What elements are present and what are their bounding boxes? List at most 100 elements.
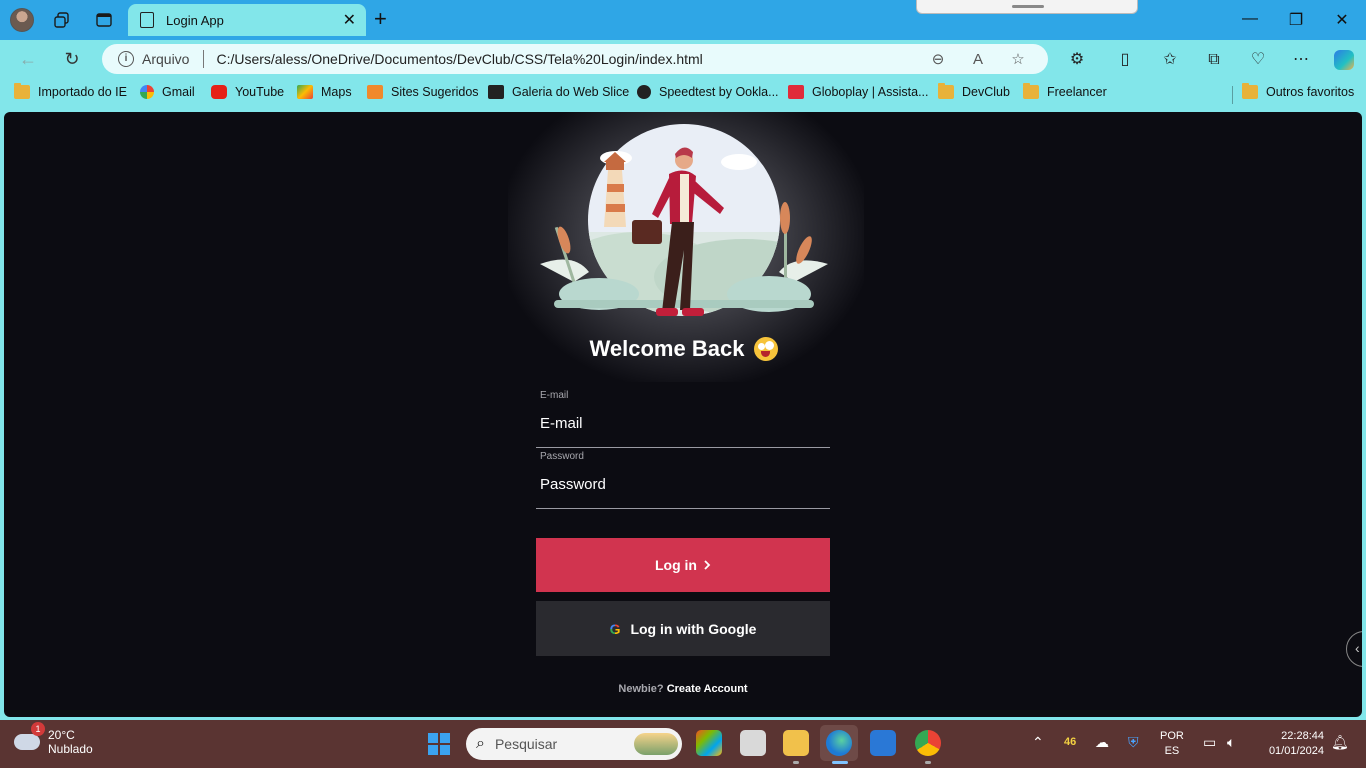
weather-widget[interactable]: 1 20°C Nublado bbox=[14, 722, 93, 756]
notification-badge: 1 bbox=[31, 722, 45, 736]
weather-description: Nublado bbox=[48, 742, 93, 756]
read-aloud-icon[interactable]: A bbox=[968, 51, 988, 68]
suggested-sites-icon bbox=[367, 85, 383, 99]
login-button-label: Log in bbox=[655, 557, 697, 573]
extensions-icon[interactable]: ⚙ bbox=[1066, 49, 1088, 71]
search-highlight-image bbox=[634, 733, 678, 755]
split-screen-icon[interactable]: ▯ bbox=[1114, 49, 1136, 71]
youtube-icon bbox=[211, 85, 227, 99]
email-field-group: E-mail bbox=[536, 390, 830, 448]
maps-icon bbox=[297, 85, 313, 99]
bookmark-item[interactable]: Galeria do Web Slice bbox=[488, 85, 629, 99]
edge-browser-icon[interactable] bbox=[826, 730, 852, 756]
email-input[interactable] bbox=[536, 408, 830, 438]
onedrive-icon[interactable]: ☁ bbox=[1095, 734, 1109, 751]
page-viewport: Welcome Back E-mail Password Log in G Lo… bbox=[4, 112, 1362, 717]
bookmark-item[interactable]: Speedtest by Ookla... bbox=[637, 85, 779, 99]
chevron-right-icon bbox=[704, 560, 711, 570]
tab-close-icon[interactable]: ✕ bbox=[343, 10, 356, 30]
running-indicator bbox=[793, 761, 799, 764]
collections-icon[interactable]: ⧉ bbox=[1203, 49, 1225, 71]
new-tab-button[interactable]: + bbox=[374, 8, 387, 30]
bookmark-label: Speedtest by Ookla... bbox=[659, 85, 779, 99]
copilot-preview-app-icon[interactable] bbox=[696, 730, 722, 756]
more-options-icon[interactable]: ⋯ bbox=[1290, 49, 1312, 71]
address-url[interactable]: C:/Users/aless/OneDrive/Documentos/DevCl… bbox=[216, 51, 928, 67]
bookmark-label: DevClub bbox=[962, 85, 1010, 99]
network-icon[interactable]: ▭ bbox=[1203, 734, 1216, 751]
language-indicator[interactable]: POR ES bbox=[1160, 729, 1184, 759]
favorite-star-icon[interactable]: ☆ bbox=[1008, 50, 1028, 68]
profile-avatar[interactable] bbox=[10, 8, 34, 32]
email-label: E-mail bbox=[540, 390, 569, 401]
address-separator bbox=[203, 50, 205, 68]
copilot-icon[interactable] bbox=[1334, 50, 1354, 70]
login-button[interactable]: Log in bbox=[536, 538, 830, 592]
minimize-icon[interactable]: — bbox=[1240, 10, 1260, 28]
bookmark-item[interactable]: DevClub bbox=[938, 83, 1010, 99]
zoom-icon[interactable]: ⊖ bbox=[928, 50, 948, 68]
google-icon bbox=[140, 85, 154, 99]
clock-date: 01/01/2024 bbox=[1268, 745, 1324, 757]
browser-essentials-icon[interactable]: ♡ bbox=[1247, 49, 1269, 71]
info-icon[interactable]: i bbox=[118, 51, 134, 67]
google-icon: G bbox=[609, 620, 621, 637]
cloud-icon: 1 bbox=[14, 722, 45, 750]
file-explorer-icon[interactable] bbox=[783, 730, 809, 756]
bookmark-label: Globoplay | Assista... bbox=[812, 85, 929, 99]
snap-layout-handle[interactable] bbox=[916, 0, 1138, 14]
bookmark-label: Outros favoritos bbox=[1266, 85, 1355, 99]
workspaces-icon[interactable] bbox=[50, 8, 74, 32]
start-button[interactable] bbox=[428, 733, 450, 755]
bookmark-item[interactable]: Sites Sugeridos bbox=[367, 85, 479, 99]
clock-time: 22:28:44 bbox=[1281, 730, 1324, 742]
bookmark-item[interactable]: Importado do IE bbox=[14, 83, 127, 99]
address-scheme: Arquivo bbox=[142, 51, 190, 67]
bookmarks-bar: Importado do IE Gmail YouTube Maps Sites… bbox=[0, 80, 1366, 108]
windows-taskbar: 1 20°C Nublado ⌕ Pesquisar ⌃ 46 ☁ ⛨ POR … bbox=[0, 720, 1366, 768]
google-login-button[interactable]: G Log in with Google bbox=[536, 601, 830, 656]
restore-icon[interactable]: ❐ bbox=[1286, 10, 1306, 30]
signup-prompt: Newbie? Create Account bbox=[536, 683, 830, 695]
bookmark-label: Maps bbox=[321, 85, 352, 99]
show-hidden-icons-chevron-icon[interactable]: ⌃ bbox=[1032, 734, 1044, 751]
other-favorites[interactable]: Outros favoritos bbox=[1242, 83, 1355, 99]
system-monitor-label[interactable]: 46 bbox=[1064, 736, 1076, 748]
password-input[interactable] bbox=[536, 469, 830, 499]
active-indicator bbox=[832, 761, 848, 764]
chrome-icon[interactable] bbox=[915, 730, 941, 756]
clock[interactable]: 22:28:44 01/01/2024 bbox=[1258, 729, 1324, 759]
refresh-icon[interactable]: ↻ bbox=[61, 48, 83, 70]
microsoft-store-icon[interactable] bbox=[870, 730, 896, 756]
bookmark-item[interactable]: Freelancer bbox=[1023, 83, 1107, 99]
volume-icon[interactable]: 🔈︎ bbox=[1227, 734, 1235, 751]
bookmark-label: Gmail bbox=[162, 85, 195, 99]
folder-icon bbox=[14, 83, 30, 99]
bookmark-item[interactable]: Gmail bbox=[140, 85, 195, 99]
favorites-icon[interactable]: ✩ bbox=[1159, 49, 1181, 71]
sidebar-toggle-chevron-icon[interactable]: ‹ bbox=[1346, 631, 1362, 667]
folder-icon bbox=[1023, 83, 1039, 99]
bookmark-item[interactable]: YouTube bbox=[211, 85, 284, 99]
back-arrow-icon[interactable]: ← bbox=[17, 48, 39, 70]
bookmark-item[interactable]: Globoplay | Assista... bbox=[788, 85, 929, 99]
notification-bell-icon[interactable]: 🔔︎ bbox=[1331, 734, 1349, 751]
web-slice-icon bbox=[488, 85, 504, 99]
vertical-tabs-icon[interactable] bbox=[92, 8, 116, 32]
signup-question: Newbie? bbox=[618, 683, 664, 695]
search-icon: ⌕ bbox=[476, 735, 485, 752]
tab-login-app[interactable]: Login App ✕ bbox=[128, 4, 366, 36]
welcome-illustration bbox=[540, 124, 828, 316]
task-view-icon[interactable] bbox=[740, 730, 766, 756]
security-shield-icon[interactable]: ⛨ bbox=[1128, 734, 1139, 751]
keyboard-layout: ES bbox=[1164, 745, 1180, 757]
folder-icon bbox=[938, 83, 954, 99]
bookmark-item[interactable]: Maps bbox=[297, 85, 352, 99]
address-bar[interactable]: i Arquivo C:/Users/aless/OneDrive/Docume… bbox=[102, 44, 1048, 74]
welcome-heading: Welcome Back bbox=[534, 336, 834, 362]
taskbar-search[interactable]: ⌕ Pesquisar bbox=[466, 728, 682, 760]
create-account-link[interactable]: Create Account bbox=[667, 683, 748, 695]
window-close-icon[interactable]: ✕ bbox=[1332, 10, 1352, 30]
bookmark-label: Galeria do Web Slice bbox=[512, 85, 630, 99]
page-title: Welcome Back bbox=[589, 336, 745, 361]
